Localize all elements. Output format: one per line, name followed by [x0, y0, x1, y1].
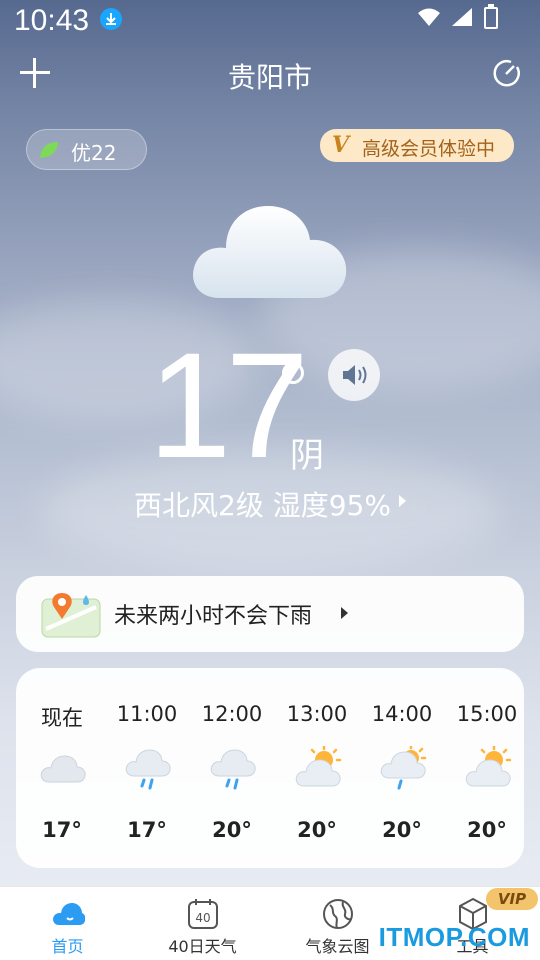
vip-trial-badge[interactable]: V 高级会员体验中 — [320, 129, 514, 162]
hour-item[interactable]: 14:00 20° — [362, 668, 442, 868]
city-title: 贵阳市 — [227, 61, 312, 94]
hour-time: 12:00 — [201, 702, 263, 726]
hour-item[interactable]: 15:00 20° — [447, 668, 524, 868]
hour-temperature: 17° — [42, 818, 82, 842]
cloudy-weather-icon — [193, 206, 347, 298]
rain-map-icon — [41, 593, 101, 638]
rain-icon — [125, 749, 171, 790]
chevron-right-icon — [341, 607, 348, 619]
battery-icon — [484, 4, 498, 29]
air-quality-label: 优22 — [71, 141, 117, 165]
vip-badge[interactable]: VIP — [486, 888, 538, 910]
refresh-icon[interactable] — [492, 58, 522, 88]
current-temperature: 17 — [148, 321, 309, 489]
watermark: ITMOP.COM — [378, 922, 530, 952]
hour-time: 15:00 — [456, 702, 518, 726]
chevron-right-icon — [399, 495, 406, 507]
tab-label: 首页 — [51, 937, 84, 956]
tab-40-day[interactable]: 40 40日天气 — [135, 887, 270, 960]
globe-icon — [322, 899, 353, 929]
air-quality-badge[interactable]: 优22 — [26, 129, 147, 170]
wifi-icon — [418, 8, 440, 26]
hour-item[interactable]: 11:00 17° — [107, 668, 187, 868]
calendar-40-icon: 40 — [187, 899, 218, 929]
hour-item[interactable]: 12:00 20° — [192, 668, 272, 868]
vip-v-icon: V — [332, 132, 350, 158]
hour-item[interactable]: 13:00 20° — [277, 668, 357, 868]
vip-trial-label: 高级会员体验中 — [362, 138, 496, 160]
voice-broadcast-button[interactable] — [328, 349, 380, 401]
rain-forecast-text: 未来两小时不会下雨 — [114, 604, 313, 629]
home-cloud-icon — [52, 903, 85, 925]
partly-sunny-icon — [465, 746, 512, 787]
hour-item[interactable]: 现在 17° — [22, 668, 102, 868]
hour-temperature: 20° — [382, 818, 422, 842]
degree-symbol — [282, 362, 304, 384]
hour-temperature: 20° — [212, 818, 252, 842]
calendar-number: 40 — [195, 911, 210, 925]
status-bar: 10:43 — [0, 0, 540, 44]
wind-humidity-text[interactable]: 西北风2级 湿度95% — [134, 484, 391, 524]
hour-temperature: 20° — [467, 818, 507, 842]
leaf-icon — [40, 142, 58, 158]
cloudy-icon — [40, 755, 86, 783]
sun-rain-icon — [380, 746, 427, 790]
hour-time: 14:00 — [371, 702, 433, 726]
tab-label: 40日天气 — [168, 937, 237, 956]
hour-time: 现在 — [41, 706, 83, 730]
hour-temperature: 20° — [297, 818, 337, 842]
current-condition: 阴 — [290, 436, 324, 476]
status-time: 10:43 — [14, 4, 90, 37]
rain-icon — [210, 749, 256, 790]
hour-temperature: 17° — [127, 818, 167, 842]
signal-icon — [452, 8, 472, 26]
rain-forecast-card[interactable]: 未来两小时不会下雨 — [16, 576, 524, 652]
hourly-forecast-card[interactable]: 现在 17° 11:00 17° 12:00 20° 13:00 20° 14:… — [16, 668, 524, 868]
tab-home[interactable]: 首页 — [0, 887, 135, 960]
hour-time: 11:00 — [116, 702, 178, 726]
speaker-icon — [343, 365, 367, 385]
weather-screen: 10:43 贵阳市 优22 V 高级会员体验中 17 阴 西北风2级 湿度95%… — [0, 0, 540, 960]
partly-sunny-icon — [295, 746, 342, 787]
hour-time: 13:00 — [286, 702, 348, 726]
download-icon — [100, 8, 122, 30]
